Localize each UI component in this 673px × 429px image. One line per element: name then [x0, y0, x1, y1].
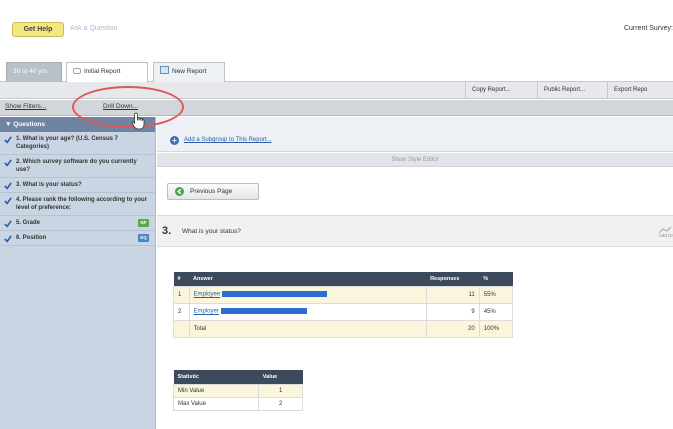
top-bar: Get Help Ask a Question Current Survey:: [0, 0, 673, 52]
previous-page-label: Previous Page: [190, 188, 233, 195]
current-survey-label: Current Survey:: [623, 25, 673, 32]
tab-initial-report[interactable]: Initial Report: [66, 62, 148, 82]
table-row: 1 Employee 11 55%: [173, 285, 514, 304]
question-type-badge: NP: [138, 219, 149, 227]
sidebar-question-1[interactable]: 1. What is your age? (U.S. Census 7 Cate…: [0, 132, 155, 155]
sidebar-question-2[interactable]: 2. Which survey software do you currentl…: [0, 155, 155, 178]
questions-sidebar: ▼ Questions 1. What is your age? (U.S. C…: [0, 117, 156, 429]
column-header: Value: [258, 370, 303, 384]
question-label: 4. Please rank the following according t…: [16, 197, 148, 211]
answer-link[interactable]: Employee: [194, 292, 221, 298]
tab-label: New Report: [172, 68, 207, 75]
question-label: 6. Position: [16, 235, 47, 241]
question-label: 5. Grade: [16, 220, 41, 226]
add-graph-label: Add Gr: [658, 233, 673, 238]
sidebar-question-5[interactable]: 5. Grade NP: [0, 216, 155, 231]
response-bar: [220, 308, 307, 315]
question-heading: 3. What is your status? Add Gr: [157, 215, 673, 247]
total-responses: 20: [425, 319, 480, 338]
tab-label: Initial Report: [84, 68, 121, 75]
column-header: [226, 272, 427, 286]
table-row: Min Value 1: [172, 383, 303, 398]
previous-page-button[interactable]: Previous Page: [167, 183, 259, 200]
table-row: Max Value 2: [172, 396, 303, 411]
column-header: %: [479, 272, 513, 286]
copy-report-button[interactable]: Copy Report...: [465, 82, 537, 99]
question-label: 2. Which survey software do you currentl…: [16, 159, 137, 173]
sidebar-question-4[interactable]: 4. Please rank the following according t…: [0, 193, 155, 216]
ask-question-link[interactable]: Ask a Question: [70, 25, 117, 32]
checkmark-icon: [4, 235, 12, 243]
answer-cell: Employee: [188, 285, 427, 304]
response-table: # Answer Responses % 1 Employee 11 55% 2: [173, 272, 514, 338]
hand-cursor-icon: [131, 112, 145, 130]
export-report-button[interactable]: Export Repo: [607, 82, 673, 99]
row-index: 1: [173, 285, 190, 304]
report-icon: [73, 68, 81, 74]
checkmark-icon: [4, 136, 12, 144]
checkmark-icon: [4, 220, 12, 228]
total-percent: 100%: [478, 319, 514, 338]
total-row: Total 20 100%: [173, 319, 514, 338]
row-index: 2: [173, 302, 190, 321]
add-icon[interactable]: +: [170, 136, 179, 145]
value-cell: 1: [258, 383, 303, 398]
checkmark-icon: [4, 182, 12, 190]
statistics-table: Statistic Value Min Value 1 Max Value 2: [172, 370, 303, 411]
column-header: #: [173, 272, 189, 286]
tab-label: 30 to 40 yrs: [13, 68, 47, 75]
show-style-editor-button[interactable]: Show Style Editor: [157, 153, 673, 167]
question-label: 1. What is your age? (U.S. Census 7 Cate…: [16, 136, 119, 150]
public-report-button[interactable]: Public Report...: [537, 82, 607, 99]
add-subgroup-link[interactable]: Add a Subgroup to This Report...: [184, 137, 272, 143]
column-header: Statistic: [173, 370, 259, 384]
question-type-badge: EQ: [138, 234, 149, 242]
checkmark-icon: [4, 159, 12, 167]
response-bar: [221, 291, 327, 298]
subgroup-bar: + Add a Subgroup to This Report...: [157, 117, 673, 152]
get-help-button[interactable]: Get Help: [12, 22, 64, 37]
percent-cell: 55%: [478, 285, 514, 304]
question-label: 3. What is your status?: [16, 182, 82, 188]
responses-cell: 9: [425, 302, 480, 321]
new-report-icon: [160, 66, 169, 74]
value-cell: 2: [258, 396, 303, 411]
column-header: Answer: [189, 272, 227, 286]
show-filters-link[interactable]: Show Filters...: [5, 103, 46, 110]
question-title: What is your status?: [182, 228, 241, 235]
highlight-circle: [72, 86, 184, 128]
report-tabs: 30 to 40 yrs Initial Report New Report: [0, 60, 673, 82]
row-index: [173, 319, 190, 338]
statistic-cell: Max Value: [172, 396, 260, 411]
sidebar-question-3[interactable]: 3. What is your status?: [0, 178, 155, 193]
percent-cell: 45%: [478, 302, 514, 321]
total-label: Total: [188, 319, 427, 338]
sidebar-question-6[interactable]: 6. Position EQ: [0, 231, 155, 246]
answer-cell: Employer: [188, 302, 427, 321]
arrow-left-icon: [175, 187, 184, 196]
checkmark-icon: [4, 197, 12, 205]
report-main: + Add a Subgroup to This Report... Show …: [157, 117, 673, 429]
question-number: 3.: [162, 225, 172, 237]
column-header: Responses: [426, 272, 480, 286]
responses-cell: 11: [425, 285, 480, 304]
tab-new-report[interactable]: New Report: [153, 62, 225, 82]
answer-link[interactable]: Employer: [194, 309, 219, 315]
statistic-cell: Min Value: [172, 383, 260, 398]
tab-30-to-40-yrs[interactable]: 30 to 40 yrs: [6, 62, 62, 82]
table-row: 2 Employer 9 45%: [173, 302, 514, 321]
